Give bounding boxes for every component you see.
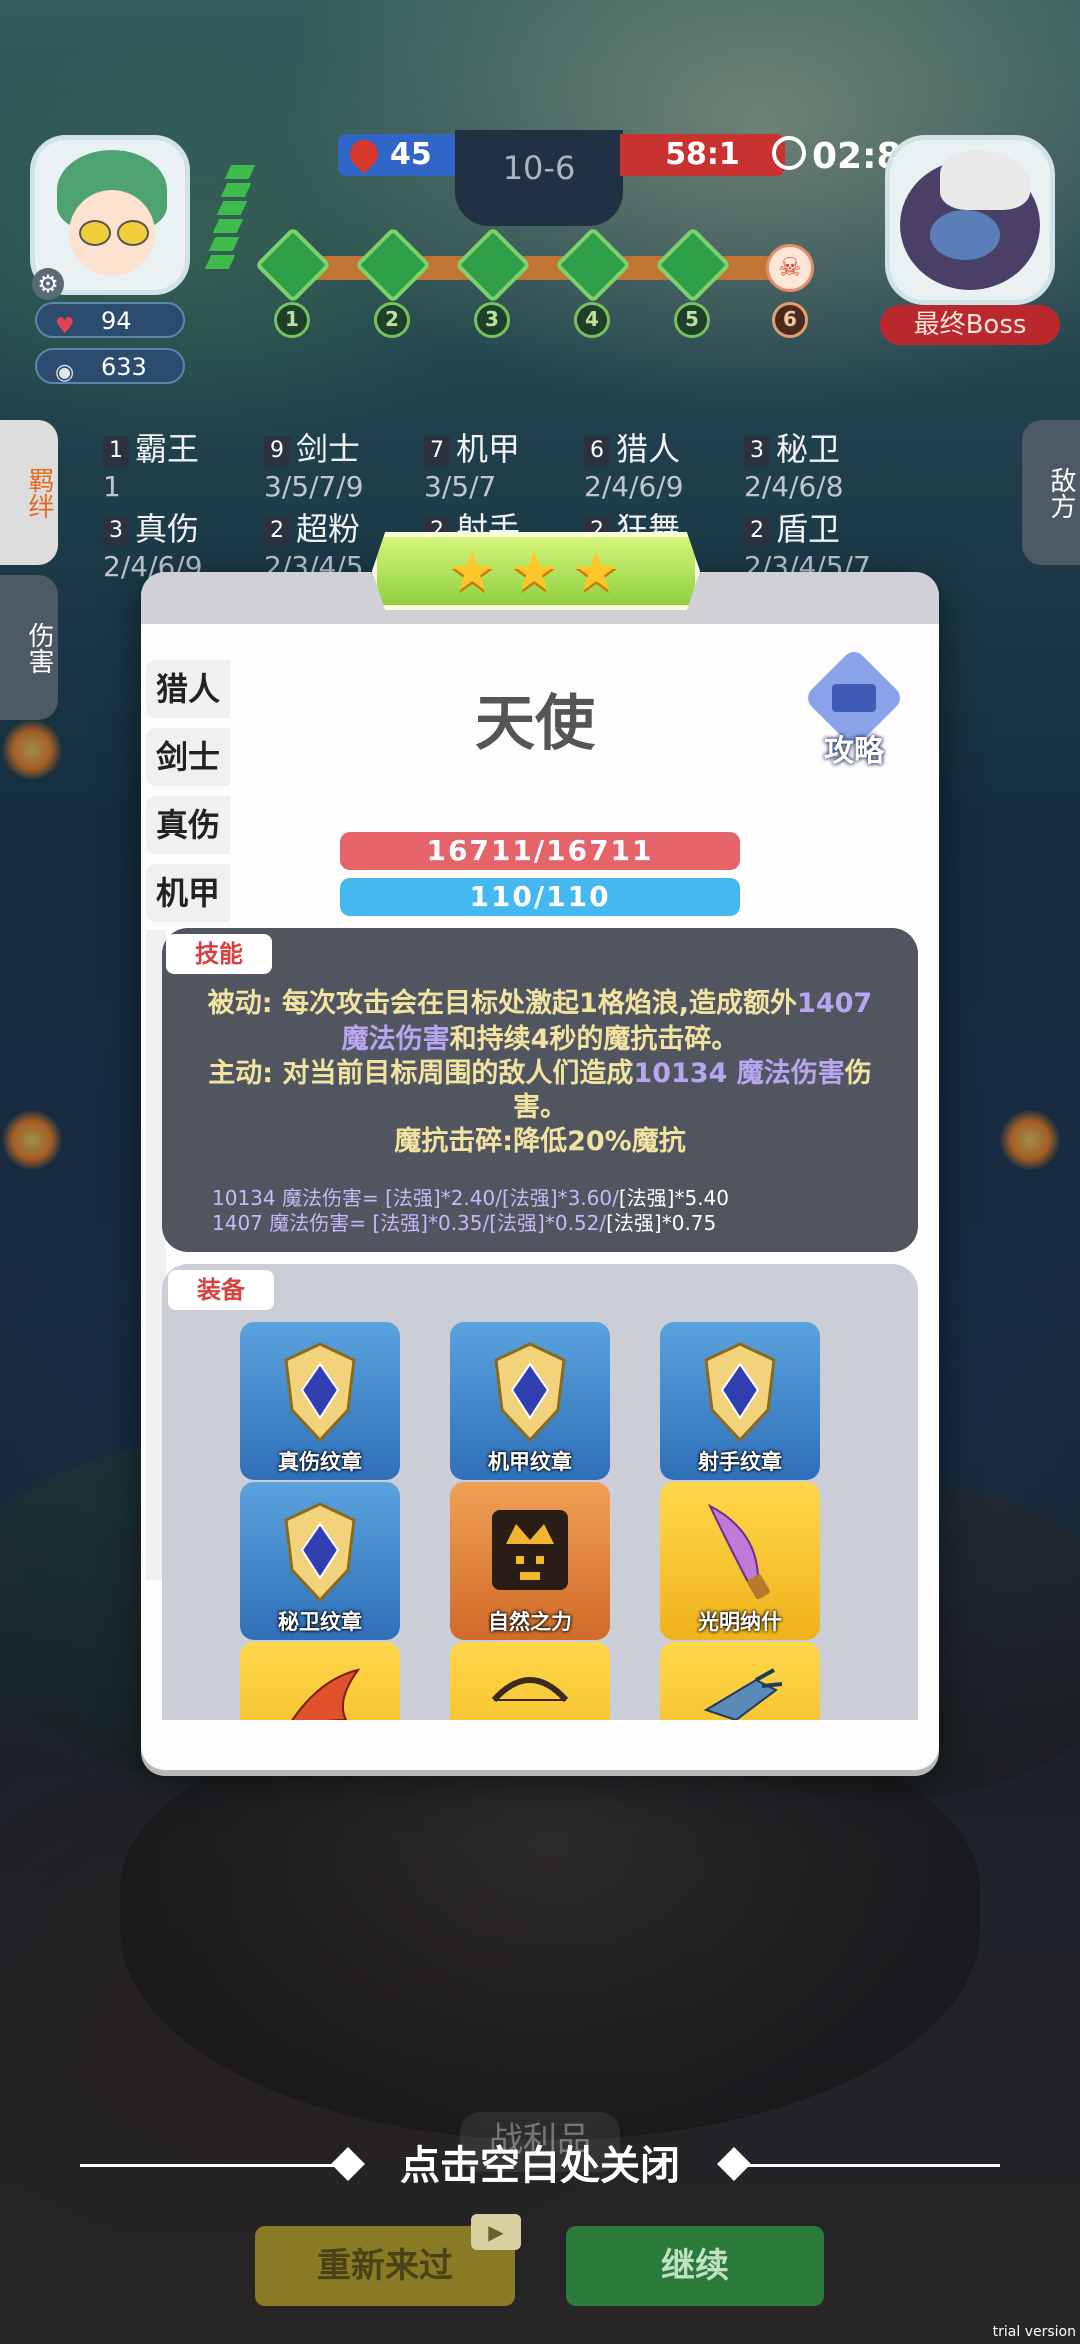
equipment-panel: 装备 真伤纹章 机甲纹章 射手纹章 秘卫纹章 自然之力 光明纳什 — [162, 1264, 918, 1720]
synergy-item[interactable]: 3 秘卫 2/4/6/8 — [744, 424, 844, 503]
unit-name: 天使 — [475, 689, 595, 759]
unit-mana-bar: 110/110 — [340, 878, 740, 916]
player-level-bars — [204, 165, 256, 285]
flame-blade-icon — [291, 1668, 361, 1720]
class-tab[interactable]: 剑士 — [146, 728, 230, 786]
continue-button[interactable]: 继续 — [566, 2226, 824, 2306]
stage-number: 3 — [474, 302, 510, 338]
equipment-slot[interactable]: 真伤纹章 — [240, 1322, 400, 1480]
boss-avatar[interactable] — [885, 135, 1055, 305]
retry-button[interactable]: 重新来过 ▶ — [255, 2214, 521, 2306]
class-tab[interactable]: 机甲 — [146, 864, 230, 922]
equipment-label: 射手纹章 — [698, 1450, 782, 1474]
player-gold-value: 633 — [101, 353, 147, 381]
close-hint[interactable]: 点击空白处关闭 — [0, 2136, 1080, 2196]
tab-synergy[interactable]: 羁绊 — [0, 420, 58, 565]
equipment-label: 光明纳什 — [698, 1610, 782, 1634]
video-ad-icon: ▶ — [471, 2214, 521, 2250]
stage-number: 2 — [374, 302, 410, 338]
equipment-label: 机甲纹章 — [488, 1450, 572, 1474]
skill-passive-cont: 魔法伤害和持续4秒的魔抗击碎。 — [341, 1024, 739, 1055]
synergy-item[interactable]: 1 霸王 1 — [103, 424, 199, 503]
equipment-slot[interactable] — [450, 1642, 610, 1720]
guide-label: 攻略 — [824, 734, 884, 769]
synergy-item[interactable]: 7 机甲 3/5/7 — [424, 424, 520, 503]
bow-icon — [491, 1677, 569, 1703]
star-icon: ★ — [572, 540, 621, 603]
battle-timer: 02:8 — [772, 136, 902, 177]
skill-debuff: 魔抗击碎:降低20%魔抗 — [394, 1126, 686, 1157]
guide-button[interactable]: 攻略 — [803, 647, 905, 770]
blood-drop-icon — [344, 134, 384, 174]
team-score-left: 45 — [338, 134, 458, 176]
boss-stage-skull-icon: ☠ — [766, 244, 814, 292]
dagger-icon — [707, 1503, 770, 1600]
equipment-label: 真伤纹章 — [278, 1450, 362, 1474]
close-hint-text: 点击空白处关闭 — [400, 2143, 680, 2189]
emblem-icon — [284, 1502, 356, 1603]
emblem-icon — [704, 1342, 776, 1443]
equipment-slot[interactable]: 光明纳什 — [660, 1482, 820, 1640]
player-gold-pill: ◉ 633 — [35, 348, 185, 385]
star-icon: ★ — [510, 540, 559, 603]
skill-active: 主动: 对当前目标周围的敌人们造成10134 魔法伤害伤 — [208, 1058, 872, 1089]
equipment-slot[interactable]: 射手纹章 — [660, 1322, 820, 1480]
equipment-slot[interactable]: 机甲纹章 — [450, 1322, 610, 1480]
tab-damage[interactable]: 伤害 — [0, 575, 58, 720]
skill-tag: 技能 — [166, 934, 272, 974]
equipment-slot[interactable]: 秘卫纹章 — [240, 1482, 400, 1640]
retry-label: 重新来过 — [317, 2246, 453, 2286]
crown-face-icon — [492, 1510, 568, 1590]
stage-number: 4 — [574, 302, 610, 338]
stage-number: 1 — [274, 302, 310, 338]
stage-number: 6 — [772, 302, 808, 338]
coins-icon: ◉ — [55, 360, 75, 385]
heart-icon: ♥ — [55, 314, 75, 339]
class-tab[interactable]: 猎人 — [146, 660, 230, 718]
star-icon: ★ — [448, 540, 497, 603]
team-score-right: 58:1 — [620, 134, 785, 176]
trial-watermark: trial version — [992, 2324, 1076, 2340]
final-boss-label: 最终Boss — [880, 305, 1060, 345]
tab-enemy[interactable]: 敌方 — [1022, 420, 1080, 565]
equipment-tag: 装备 — [168, 1270, 274, 1310]
unit-hp-bar: 16711/16711 — [340, 832, 740, 870]
clock-icon — [772, 136, 806, 170]
equipment-slot[interactable]: 自然之力 — [450, 1482, 610, 1640]
damage-formula-2: 1407 魔法伤害= [法强]*0.35/[法强]*0.52/[法强]*0.75 — [212, 1211, 717, 1235]
equipment-label: 自然之力 — [488, 1610, 572, 1634]
round-indicator: 10-6 — [455, 130, 623, 226]
synergy-item[interactable]: 6 猎人 2/4/6/9 — [584, 424, 684, 503]
stage-number: 5 — [674, 302, 710, 338]
equipment-label: 秘卫纹章 — [278, 1610, 362, 1634]
skill-active-cont: 害。 — [513, 1092, 567, 1123]
equipment-slot[interactable] — [660, 1642, 820, 1720]
class-tab[interactable]: 真伤 — [146, 796, 230, 854]
settings-gear-icon[interactable]: ⚙ — [32, 268, 64, 300]
player-hp-value: 94 — [101, 307, 132, 335]
emblem-icon — [494, 1342, 566, 1443]
synergy-item[interactable]: 9 剑士 3/5/7/9 — [264, 424, 364, 503]
trident-icon — [703, 1668, 783, 1720]
emblem-icon — [284, 1342, 356, 1443]
equipment-slot[interactable] — [240, 1642, 400, 1720]
graduation-cap-icon — [832, 684, 876, 712]
skill-passive: 被动: 每次攻击会在目标处激起1格焰浪,造成额外1407 — [207, 988, 873, 1019]
player-hp-pill: ♥ 94 — [35, 302, 185, 339]
